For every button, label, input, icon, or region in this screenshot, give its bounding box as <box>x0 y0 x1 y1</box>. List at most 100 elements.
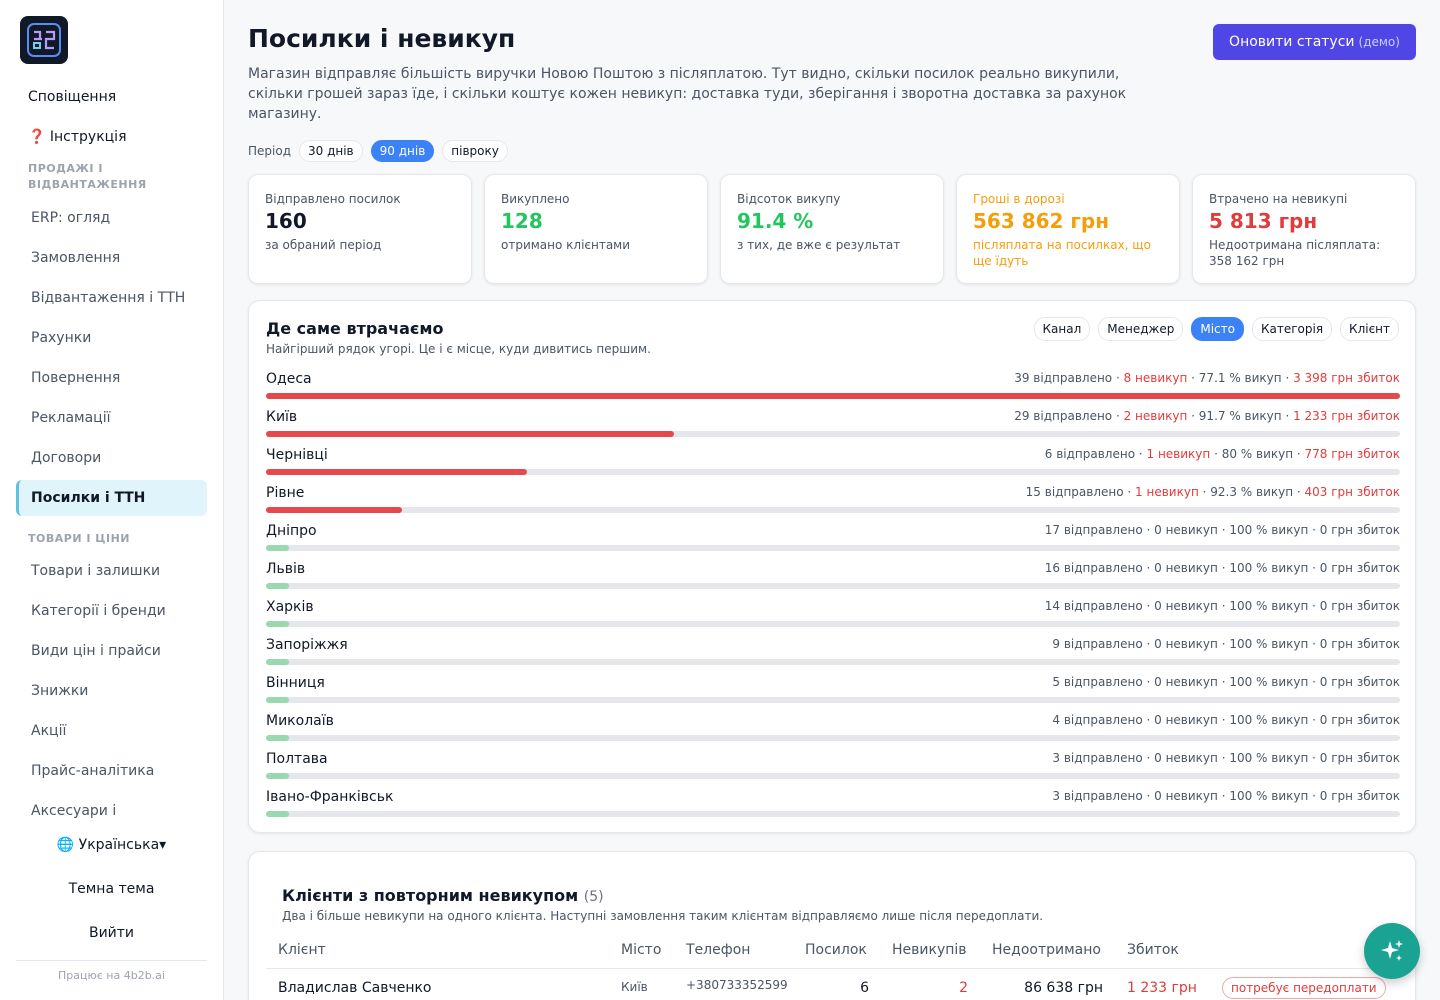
loss-row-refused: 0 невикуп <box>1154 599 1218 613</box>
sidebar-item-contracts[interactable]: Договори <box>16 440 207 476</box>
loss-row[interactable]: Івано-Франківськ 3 відправлено · 0 невику… <box>266 787 1400 825</box>
period-90-days[interactable]: 90 днів <box>370 140 435 162</box>
loss-row-sent: 29 відправлено <box>1014 409 1113 423</box>
loss-bar-track <box>266 773 1400 779</box>
loss-row-stats: 3 відправлено · 0 невикуп · 100 % викуп … <box>1052 751 1400 765</box>
period-selector: Період 30 днів 90 днів півроку <box>248 140 508 162</box>
sidebar-item-erp-overview[interactable]: ERP: огляд <box>16 200 207 236</box>
loss-bar-track <box>266 735 1400 741</box>
theme-toggle[interactable]: Темна тема <box>0 881 223 897</box>
client-city: Київ <box>621 980 648 994</box>
kpi-sub: з тих, де вже є результат <box>737 238 901 252</box>
tab-client[interactable]: Клієнт <box>1340 317 1399 341</box>
loss-row-refused: 1 невикуп <box>1146 447 1211 461</box>
separator: · <box>1142 751 1155 765</box>
client-phone: +380733352599 <box>686 978 788 992</box>
language-select[interactable]: 🌐 Українська▾ <box>0 837 223 853</box>
loss-bar-track <box>266 583 1400 589</box>
loss-row-pct: 92.3 % викуп <box>1210 485 1294 499</box>
loss-row-sent: 5 відправлено <box>1052 675 1143 689</box>
sidebar-item-parcels[interactable]: Посилки і ТТН <box>16 480 207 516</box>
kpi-sent: Відправлено посилок 160 за обраний періо… <box>248 174 472 284</box>
loss-row-pct: 100 % викуп <box>1229 751 1309 765</box>
tab-channel[interactable]: Канал <box>1033 317 1091 341</box>
loss-row-pct: 100 % викуп <box>1229 599 1309 613</box>
sidebar-item-shipments[interactable]: Відвантаження і ТТН <box>16 280 207 316</box>
loss-row-pct: 100 % викуп <box>1229 561 1309 575</box>
loss-bar <box>266 811 289 817</box>
sidebar-item-promotions[interactable]: Акції <box>16 713 207 749</box>
loss-bar-track <box>266 697 1400 703</box>
loss-row-pct: 100 % викуп <box>1229 789 1309 803</box>
kpi-value: 563 862 грн <box>973 209 1110 233</box>
loss-row-stats: 14 відправлено · 0 невикуп · 100 % викуп… <box>1045 599 1400 613</box>
sidebar-item-accessories[interactable]: Аксесуари і <box>16 793 207 829</box>
loss-row[interactable]: Одеса 39 відправлено · 8 невикуп · 77.1 %… <box>266 369 1400 407</box>
loss-row-name: Одеса <box>266 371 312 387</box>
clients-title-text: Клієнти з повторним невикупом <box>282 886 579 905</box>
loss-row[interactable]: Чернівці 6 відправлено · 1 невикуп · 80 %… <box>266 445 1400 483</box>
kpi-bought: Викуплено 128 отримано клієнтами <box>484 174 708 284</box>
ai-assistant-button[interactable] <box>1364 923 1420 979</box>
loss-row[interactable]: Миколаїв 4 відправлено · 0 невикуп · 100 … <box>266 711 1400 749</box>
kpi-label: Викуплено <box>501 192 570 206</box>
loss-row[interactable]: Львів 16 відправлено · 0 невикуп · 100 % … <box>266 559 1400 597</box>
tab-manager[interactable]: Менеджер <box>1098 317 1184 341</box>
col-parcels[interactable]: Посилок <box>805 942 867 958</box>
loss-row-sent: 14 відправлено <box>1044 599 1143 613</box>
logo[interactable] <box>20 16 68 64</box>
client-refused: 2 <box>959 980 968 996</box>
loss-row-refused: 0 невикуп <box>1154 675 1218 689</box>
loss-bar <box>266 507 403 513</box>
sidebar-item-claims[interactable]: Рекламації <box>16 400 207 436</box>
loss-row[interactable]: Запоріжжя 9 відправлено · 0 невикуп · 100… <box>266 635 1400 673</box>
sidebar-item-instructions[interactable]: ❓ Інструкція <box>28 129 127 145</box>
loss-bar-track <box>266 659 1400 665</box>
sidebar-item-invoices[interactable]: Рахунки <box>16 320 207 356</box>
group-by-tabs: Канал Менеджер Місто Категорія Клієнт <box>1033 317 1399 341</box>
separator: · <box>1293 485 1305 499</box>
refresh-statuses-button[interactable]: Оновити статуси (демо) <box>1213 24 1416 60</box>
col-city[interactable]: Місто <box>621 942 661 958</box>
loss-row-refused: 0 невикуп <box>1154 751 1218 765</box>
table-divider <box>266 968 1400 969</box>
loss-row-sent: 17 відправлено <box>1044 523 1143 537</box>
sidebar-item-price-types[interactable]: Види цін і прайси <box>16 633 207 669</box>
loss-row[interactable]: Рівне 15 відправлено · 1 невикуп · 92.3 %… <box>266 483 1400 521</box>
sidebar-item-price-analytics[interactable]: Прайс-аналітика <box>16 753 207 789</box>
period-30-days[interactable]: 30 днів <box>299 140 363 162</box>
loss-row[interactable]: Дніпро 17 відправлено · 0 невикуп · 100 %… <box>266 521 1400 559</box>
col-client[interactable]: Клієнт <box>278 942 326 958</box>
loss-bar-track <box>266 393 1400 399</box>
period-half-year[interactable]: півроку <box>442 140 508 162</box>
loss-row[interactable]: Вінниця 5 відправлено · 0 невикуп · 100 %… <box>266 673 1400 711</box>
sidebar-item-discounts[interactable]: Знижки <box>16 673 207 709</box>
kpi-buyout-rate: Відсоток викупу 91.4 % з тих, де вже є р… <box>720 174 944 284</box>
loss-row-name: Рівне <box>266 485 305 501</box>
sidebar-item-products[interactable]: Товари і залишки <box>16 553 207 589</box>
clients-title: Клієнти з повторним невикупом (5) <box>282 886 604 905</box>
separator: · <box>1142 637 1155 651</box>
logout-button[interactable]: Вийти <box>0 925 223 941</box>
loss-row-pct: 77.1 % викуп <box>1198 371 1282 385</box>
col-unreceived[interactable]: Недоотримано <box>992 942 1101 958</box>
sidebar-item-notifications[interactable]: Сповіщення <box>28 89 116 105</box>
kpi-value: 5 813 грн <box>1209 209 1318 233</box>
kpi-label: Відправлено посилок <box>265 192 401 206</box>
sidebar-item-categories[interactable]: Категорії і бренди <box>16 593 207 629</box>
sidebar-item-orders[interactable]: Замовлення <box>16 240 207 276</box>
col-loss[interactable]: Збиток <box>1127 942 1179 958</box>
col-phone[interactable]: Телефон <box>686 942 750 958</box>
sidebar: Сповіщення ❓ Інструкція ПРОДАЖІ І ВІДВАН… <box>0 0 224 1000</box>
sidebar-item-returns[interactable]: Повернення <box>16 360 207 396</box>
tab-city[interactable]: Місто <box>1191 317 1244 341</box>
loss-row-name: Чернівці <box>266 447 328 463</box>
loss-row[interactable]: Харків 14 відправлено · 0 невикуп · 100 %… <box>266 597 1400 635</box>
loss-row[interactable]: Полтава 3 відправлено · 0 невикуп · 100 %… <box>266 749 1400 787</box>
separator: · <box>1281 409 1294 423</box>
tab-category[interactable]: Категорія <box>1251 317 1333 341</box>
loss-row[interactable]: Київ 29 відправлено · 2 невикуп · 91.7 % … <box>266 407 1400 445</box>
loss-bar <box>266 697 289 703</box>
client-name[interactable]: Владислав Савченко <box>278 980 432 996</box>
col-refused[interactable]: Невикупів <box>892 942 967 958</box>
